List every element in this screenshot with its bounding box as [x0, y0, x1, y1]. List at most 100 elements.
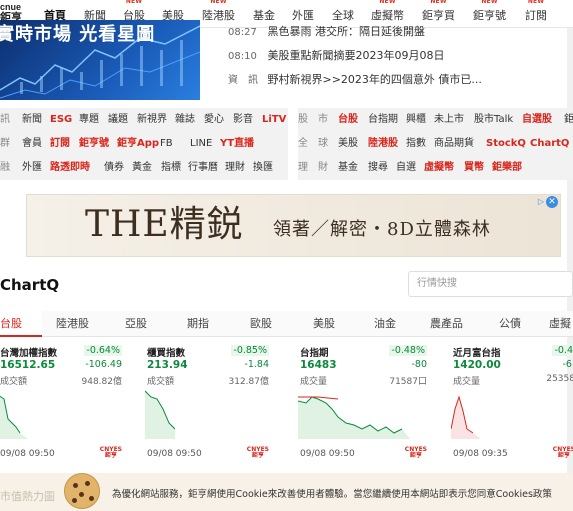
quick-link[interactable]: 外匯 [22, 156, 42, 180]
news-headline[interactable]: 野村新視界>>2023年的四個意外 債市已... [268, 73, 482, 86]
quote-time: 09/08 09:50 [0, 449, 55, 459]
new-badge: NEW [430, 0, 447, 5]
quote-name: 台灣加權指數 [0, 348, 58, 359]
quote-card[interactable]: 櫃買指數 -0.85% 213.94 -1.84 成交額 312.87億 09/08 09:… [145, 337, 275, 467]
quick-link[interactable]: 影音 [233, 108, 253, 132]
quick-link[interactable]: YT直播 [220, 132, 254, 156]
quick-link[interactable]: 虛擬幣 [424, 156, 454, 180]
quote-vol: 948.82億 [81, 377, 123, 387]
quick-link[interactable]: 指數 [406, 132, 426, 156]
quote-price: 16512.65 [0, 359, 56, 371]
quick-link[interactable]: 路透即時 [50, 156, 90, 180]
cnyes-logo: CNYES 鉅亨 [247, 447, 269, 459]
quick-link[interactable]: 鉅樂部 [492, 156, 522, 180]
ad-info-icon[interactable]: ▷ [538, 197, 544, 206]
quick-link[interactable]: 搜尋 [368, 156, 388, 180]
quote-card[interactable]: 台灣加權指數 -0.64% 16512.65 -106.49 成交額 948.82億 09/… [0, 337, 128, 467]
new-badge: NEW [527, 0, 545, 5]
hero-title: 實時市場 光看星圖 [0, 24, 156, 45]
quick-link[interactable]: LINE [190, 132, 212, 156]
quick-link[interactable]: 換匯 [253, 156, 273, 180]
quick-link[interactable]: StockQ [486, 132, 526, 156]
market-tab[interactable]: 公債 [499, 311, 521, 337]
news-item[interactable]: 08:27 黑色暴雨 港交所：隔日延後開盤 [228, 20, 573, 44]
intraday-sparkline [451, 395, 481, 439]
quote-chg: -106.49 [85, 359, 122, 370]
quote-vol: 312.87億 [228, 377, 270, 387]
quick-link[interactable]: 鉅亨號 [79, 132, 109, 156]
news-item[interactable]: 資 訊 野村新視界>>2023年的四個意外 債市已... [228, 68, 573, 92]
quick-link[interactable]: ChartQ [530, 132, 569, 156]
quick-link[interactable]: 會員 [22, 132, 42, 156]
quick-links: 訊 新聞 ESG 專題 議題 新視界 雜誌 愛心 影音 LiTV 群 會員 訂閱 鉅亨號 鉅亨App FB LI… [0, 108, 573, 186]
market-tab[interactable]: 陸港股 [56, 311, 89, 337]
new-badge: NEW [379, 0, 396, 5]
quick-link[interactable]: 理財 [225, 156, 245, 180]
market-tab[interactable]: 期指 [187, 311, 209, 337]
quick-link[interactable]: 行事曆 [188, 156, 218, 180]
market-tab[interactable]: 農產品 [430, 311, 463, 337]
quick-link[interactable]: 台股 [338, 108, 358, 132]
quick-link[interactable]: 陸港股 [368, 132, 398, 156]
quote-chg: -1.84 [244, 359, 269, 370]
quote-price: 16483 [300, 359, 337, 371]
quick-link[interactable]: LiTV [262, 108, 286, 132]
quote-card[interactable]: 台指期 -0.48% 16483 -80 成交量 71587口 09/08 09:50 CNY… [298, 337, 433, 467]
quick-link[interactable]: 訂閱 [50, 132, 70, 156]
link-category: 訊 [0, 114, 10, 125]
quick-link[interactable]: 台指期 [368, 108, 398, 132]
quick-link[interactable]: 專題 [79, 108, 99, 132]
ad-banner[interactable]: THE精鋭 領著／解密・8D立體森林 ▷ ✕ [26, 194, 561, 257]
quick-link[interactable]: ESG [50, 108, 72, 132]
link-category: 群 [0, 138, 10, 149]
quote-vol-label: 成交額 [147, 377, 175, 387]
quick-link[interactable]: 愛心 [204, 108, 224, 132]
quick-link[interactable]: 美股 [338, 132, 358, 156]
quick-link[interactable]: 自選 [396, 156, 416, 180]
quote-search-input[interactable]: 行情快搜 [408, 271, 573, 297]
quote-vol-label: 成交額 [0, 377, 28, 387]
quick-link[interactable]: 商品期貨 [434, 132, 474, 156]
quote-pct: -0.85% [231, 345, 269, 356]
quote-price: 1420.00 [453, 359, 501, 371]
quick-link[interactable]: 基金 [338, 156, 358, 180]
quote-name: 台指期 [300, 348, 329, 359]
link-category: 融 [0, 162, 10, 173]
cnyes-logo: CNYES 鉅亨 [405, 447, 427, 459]
quote-cards: 台灣加權指數 -0.64% 16512.65 -106.49 成交額 948.82億 09/… [0, 337, 573, 467]
quick-link[interactable]: 指標 [161, 156, 181, 180]
hero-banner[interactable]: 實時市場 光看星圖 [0, 20, 200, 100]
quick-link[interactable]: 鉅 [564, 108, 573, 132]
quote-chg: -80 [411, 359, 427, 370]
news-time: 08:10 [228, 51, 257, 62]
market-tab[interactable]: 虛擬 [549, 311, 571, 337]
market-tab[interactable]: 美股 [313, 311, 335, 337]
quick-link[interactable]: FB [160, 132, 173, 156]
ad-close-icon[interactable]: ✕ [546, 196, 558, 208]
market-tab[interactable]: 油金 [374, 311, 396, 337]
market-tab[interactable]: 歐股 [250, 311, 272, 337]
quote-time: 09/08 09:50 [147, 449, 202, 459]
cookie-banner: 市值熱力圖 為優化網站服務，鉅亨網使用Cookie來改善使用者體驗。當您繼續使用… [0, 473, 573, 511]
quote-vol: 71587口 [389, 377, 427, 387]
quick-link[interactable]: 雜誌 [175, 108, 195, 132]
quick-link[interactable]: 新視界 [137, 108, 167, 132]
news-item[interactable]: 08:10 美股重點新聞摘要2023年09月08日 [228, 44, 573, 68]
quick-link[interactable]: 債券 [104, 156, 124, 180]
news-headline[interactable]: 黑色暴雨 港交所：隔日延後開盤 [268, 25, 426, 38]
quick-link[interactable]: 買幣 [464, 156, 484, 180]
quick-link[interactable]: 黃金 [132, 156, 152, 180]
quote-card[interactable]: 近月富台指 -0.4 1420.00 -6. 成交量 25358 09/08 09:35 CN… [451, 337, 573, 467]
intraday-sparkline [0, 395, 28, 439]
new-badge: NEW [210, 0, 227, 5]
market-tab[interactable]: 台股 [0, 311, 42, 337]
market-tab[interactable]: 亞股 [125, 311, 147, 337]
quick-link[interactable]: 股市Talk [474, 108, 513, 132]
news-headline[interactable]: 美股重點新聞摘要2023年09月08日 [268, 49, 445, 62]
quick-link[interactable]: 鉅亨App [117, 132, 159, 156]
quick-link[interactable]: 興櫃 [406, 108, 426, 132]
quick-link[interactable]: 議題 [108, 108, 128, 132]
quick-link[interactable]: 新聞 [22, 108, 42, 132]
quick-link[interactable]: 自選股 [522, 108, 552, 132]
quick-link[interactable]: 未上市 [434, 108, 464, 132]
